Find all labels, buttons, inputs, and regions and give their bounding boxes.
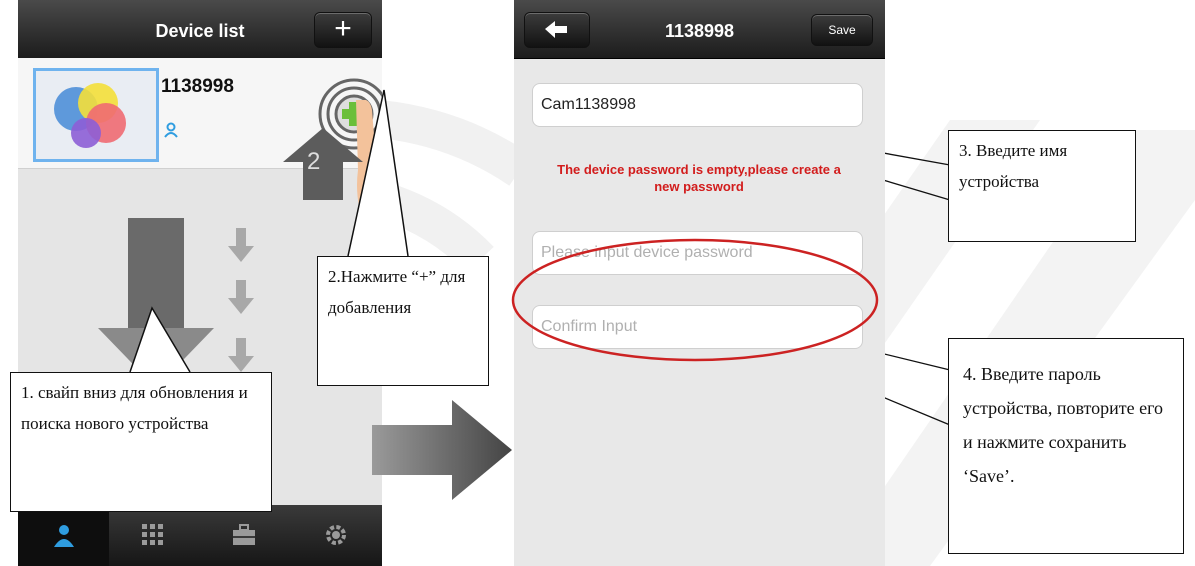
right-arrow-icon bbox=[372, 400, 512, 500]
device-name-field[interactable]: Cam1138998 bbox=[532, 83, 863, 127]
callout-step-2: 2.Нажмите “+” для добавления bbox=[317, 256, 489, 386]
device-settings-navbar: 1138998 Save bbox=[514, 0, 885, 59]
callout-step-1: 1. свайп вниз для обновления и поиска но… bbox=[10, 372, 272, 512]
save-button[interactable]: Save bbox=[811, 14, 873, 46]
callout-step-3: 3. Введите имя устройства bbox=[948, 130, 1136, 242]
password-warning: The device password is empty,please crea… bbox=[557, 162, 841, 194]
highlight-ellipse bbox=[511, 238, 879, 362]
callout-step-4: 4. Введите пароль устройства, повторите … bbox=[948, 338, 1184, 554]
